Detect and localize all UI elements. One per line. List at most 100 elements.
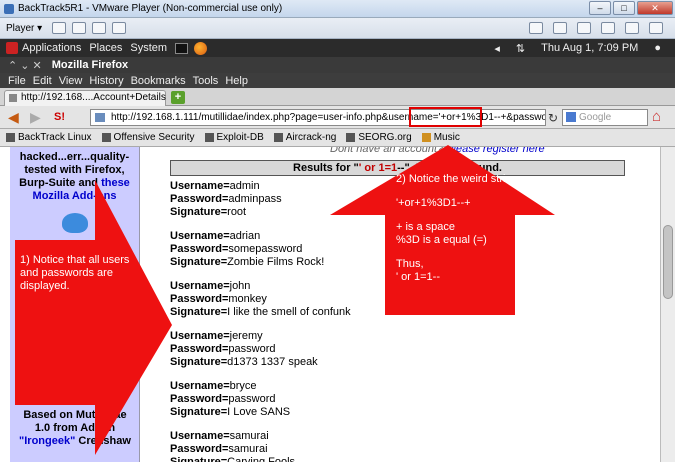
- pause-icon[interactable]: [52, 22, 67, 34]
- sidebar-text: Burp-Suite and: [19, 177, 102, 189]
- record-password: Password=password: [170, 343, 351, 356]
- menu-file[interactable]: File: [8, 75, 26, 87]
- username-value: jeremy: [229, 330, 263, 342]
- username-label: Username=: [170, 380, 230, 392]
- device-network-icon[interactable]: [553, 22, 567, 34]
- unity-icon[interactable]: [112, 22, 127, 34]
- password-value: password: [228, 343, 276, 355]
- password-value: monkey: [228, 293, 267, 305]
- sound-icon[interactable]: ◂: [494, 42, 500, 55]
- fullscreen-icon[interactable]: [92, 22, 107, 34]
- menu-tools[interactable]: Tools: [193, 75, 219, 87]
- menu-help[interactable]: Help: [225, 75, 248, 87]
- record-signature: Signature=I like the smell of confunk: [170, 306, 351, 319]
- window-controls-icon[interactable]: ⌃ ⌄ ✕: [8, 59, 42, 72]
- player-menu[interactable]: Player ▾: [6, 23, 42, 34]
- signature-label: Signature=: [170, 456, 228, 462]
- password-value: password: [228, 393, 276, 405]
- register-prompt: Dont have an account? Please register he…: [330, 147, 545, 155]
- tab-title: http://192.168....Account+Details: [21, 92, 166, 103]
- firefox-icon[interactable]: [194, 41, 208, 55]
- vertical-scrollbar[interactable]: [660, 147, 675, 462]
- back-arrow-icon[interactable]: ◀: [8, 110, 19, 124]
- these-link[interactable]: these: [101, 177, 130, 189]
- record-username: Username=admin: [170, 180, 351, 193]
- record-signature: Signature=d1373 1337 speak: [170, 356, 351, 369]
- record-password: Password=somepassword: [170, 243, 351, 256]
- search-box[interactable]: Google: [562, 109, 648, 126]
- sqlinject-addon-icon[interactable]: S!: [54, 110, 65, 124]
- menu-bookmarks[interactable]: Bookmarks: [131, 75, 186, 87]
- device-printer-icon[interactable]: [625, 22, 639, 34]
- network-icon[interactable]: ⇅: [516, 42, 525, 55]
- annotation-note-1: 1) Notice that all users and passwords a…: [20, 254, 130, 292]
- page-content: hacked...err...quality- tested with Fire…: [0, 147, 660, 462]
- twitter-bird-icon[interactable]: [61, 213, 88, 233]
- clock[interactable]: Thu Aug 1, 7:09 PM: [541, 42, 638, 54]
- scrollbar-thumb[interactable]: [663, 225, 673, 299]
- register-link[interactable]: Please register here: [446, 147, 544, 155]
- tab-account-details[interactable]: http://192.168....Account+Details: [4, 90, 166, 106]
- user-icon[interactable]: ●: [654, 42, 661, 54]
- bookmark-label: Exploit-DB: [216, 132, 264, 143]
- reload-icon[interactable]: ↻: [548, 111, 558, 125]
- signature-label: Signature=: [170, 256, 228, 268]
- site-identity-icon[interactable]: [95, 113, 105, 122]
- send-ctrl-alt-del-icon[interactable]: [72, 22, 87, 34]
- note2-thus: Thus,: [396, 258, 424, 270]
- new-tab-button[interactable]: +: [171, 91, 185, 104]
- system-menu[interactable]: System: [130, 42, 167, 54]
- username-value: bryce: [229, 380, 257, 392]
- bookmark-label: SEORG.org: [358, 132, 412, 143]
- bookmark-backtrack[interactable]: BackTrack Linux: [6, 132, 92, 143]
- vm-title-bar: BackTrack5R1 - VMware Player (Non-commer…: [0, 0, 675, 18]
- home-icon[interactable]: ⌂: [652, 109, 668, 125]
- record-username: Username=jeremy: [170, 330, 351, 343]
- username-label: Username=: [170, 230, 230, 242]
- signature-label: Signature=: [170, 306, 228, 318]
- forward-arrow-icon[interactable]: ▶: [30, 110, 41, 124]
- password-value: samurai: [228, 443, 268, 455]
- sidebar: hacked...err...quality- tested with Fire…: [10, 147, 140, 462]
- bookmark-exploit-db[interactable]: Exploit-DB: [204, 132, 264, 143]
- record-password: Password=monkey: [170, 293, 351, 306]
- annotation-note-2: 2) Notice the weird string '+or+1%3D1--+…: [396, 173, 526, 284]
- signature-value: I like the smell of confunk: [227, 306, 351, 318]
- search-placeholder: Google: [579, 112, 612, 123]
- maximize-button[interactable]: □: [613, 1, 635, 15]
- terminal-icon[interactable]: [175, 42, 189, 54]
- applications-menu[interactable]: Applications: [22, 42, 81, 54]
- menu-edit[interactable]: Edit: [33, 75, 52, 87]
- bookmark-aircrack[interactable]: Aircrack-ng: [273, 132, 336, 143]
- username-value: samurai: [229, 430, 269, 442]
- record-username: Username=bryce: [170, 380, 351, 393]
- device-sound-icon[interactable]: [577, 22, 591, 34]
- places-menu[interactable]: Places: [89, 42, 122, 54]
- vm-window-title: BackTrack5R1 - VMware Player (Non-commer…: [18, 3, 283, 14]
- bookmark-offensive-security[interactable]: Offensive Security: [101, 132, 195, 143]
- device-cd-icon[interactable]: [649, 22, 663, 34]
- device-disk-icon[interactable]: [601, 22, 615, 34]
- device-usb-icon[interactable]: [529, 22, 543, 34]
- sidebar-based: 1.0 from Adrian: [34, 422, 116, 434]
- menu-view[interactable]: View: [59, 75, 83, 87]
- record-username: Username=adrian: [170, 230, 351, 243]
- minimize-button[interactable]: –: [589, 1, 611, 15]
- close-button[interactable]: ✕: [637, 1, 673, 15]
- bookmark-music[interactable]: Music: [421, 132, 460, 143]
- gnome-panel: Applications Places System ◂ ⇅ Thu Aug 1…: [0, 39, 675, 57]
- register-text: Dont have an account?: [330, 147, 447, 155]
- note2-eq: %3D is a equal (=): [396, 234, 487, 246]
- irongeek-link[interactable]: "Irongeek": [19, 435, 75, 447]
- user-record: Username=jeremy Password=password Signatur…: [170, 330, 351, 369]
- record-username: Username=samurai: [170, 430, 351, 443]
- bookmark-seorg[interactable]: SEORG.org: [346, 132, 412, 143]
- bookmark-label: Music: [433, 132, 460, 143]
- password-label: Password=: [170, 243, 229, 255]
- bookmark-icon: [101, 133, 111, 142]
- menu-history[interactable]: History: [89, 75, 123, 87]
- password-value: adminpass: [228, 193, 282, 205]
- mozilla-addons-link[interactable]: Mozilla Add-ons: [10, 190, 139, 203]
- sidebar-druin: Druin: [60, 369, 90, 381]
- record-signature: Signature=Carving Fools: [170, 456, 351, 462]
